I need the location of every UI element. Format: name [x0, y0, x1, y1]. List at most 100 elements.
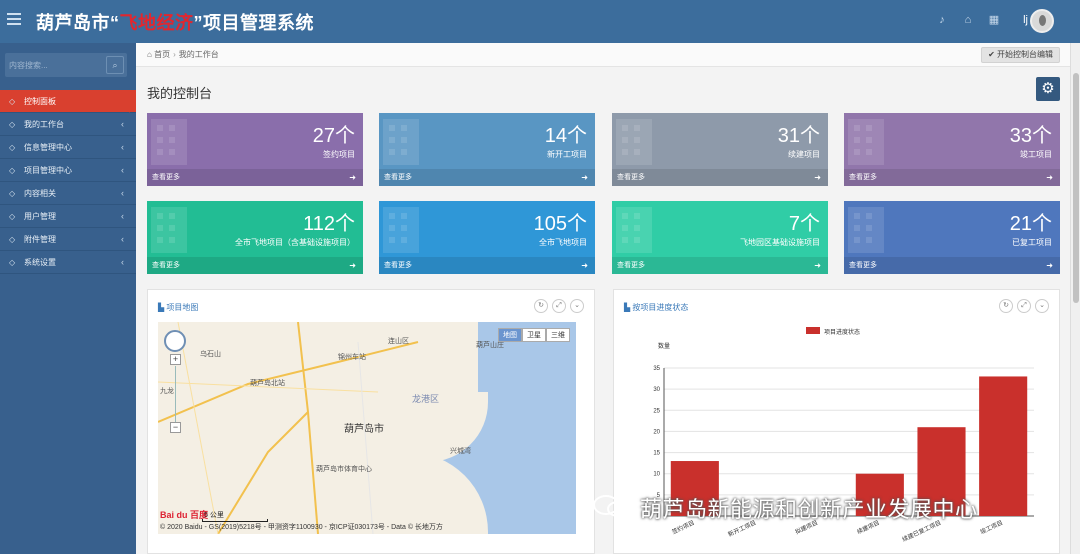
stat-card-3[interactable]: 33个 竣工项目 查看更多 ➜ [844, 113, 1060, 186]
view-more-link[interactable]: 查看更多 ➜ [844, 257, 1060, 274]
y-tick-label: 25 [653, 408, 660, 414]
view-more-link[interactable]: 查看更多 ➜ [147, 257, 363, 274]
view-more-label: 查看更多 [617, 174, 645, 181]
chevron-left-icon: ‹ [121, 142, 124, 152]
search-icon[interactable]: ⌕ [106, 56, 124, 74]
y-tick-label: 15 [653, 451, 660, 457]
arrow-right-icon: ➜ [814, 261, 821, 270]
collapse-icon[interactable]: ⌄ [570, 299, 584, 313]
stat-card-6[interactable]: 7个 飞地园区基础设施项目 查看更多 ➜ [612, 201, 828, 274]
arrow-right-icon: ➜ [581, 173, 588, 182]
y-tick-label: 30 [653, 387, 660, 393]
chevron-left-icon: ‹ [121, 257, 124, 267]
home-icon[interactable]: ⌂ [962, 14, 974, 26]
collapse-icon[interactable]: ⌄ [1035, 299, 1049, 313]
view-more-link[interactable]: 查看更多 ➜ [147, 169, 363, 186]
stat-card-0[interactable]: 27个 签约项目 查看更多 ➜ [147, 113, 363, 186]
place-lianshan: 连山区 [388, 338, 409, 345]
sidebar-item-label: 附件管理 [24, 235, 56, 244]
stat-number: 112个 [303, 213, 355, 235]
edit-console-button[interactable]: ✔ 开始控制台编辑 [981, 47, 1060, 63]
map-panel-title-text: 项目地图 [166, 303, 199, 312]
refresh-icon[interactable]: ↻ [534, 299, 548, 313]
sidebar-item-7[interactable]: ◇ 系统设置 ‹ [0, 251, 136, 274]
map-panel: ▙ 项目地图 ↻ ⤢ ⌄ 乌石山 葫芦岛北站 连山区 葫芦山庄 九龙 锦州车站 … [147, 289, 595, 554]
fullscreen-icon[interactable]: ⤢ [552, 299, 566, 313]
edit-console-label: 开始控制台编辑 [997, 50, 1053, 59]
map-pan-control[interactable] [164, 330, 186, 352]
fullscreen-icon[interactable]: ⤢ [1017, 299, 1031, 313]
sidebar-item-2[interactable]: ◇ 信息管理中心 ‹ [0, 136, 136, 159]
view-more-label: 查看更多 [152, 262, 180, 269]
arrow-right-icon: ➜ [581, 261, 588, 270]
project-map[interactable]: 乌石山 葫芦岛北站 连山区 葫芦山庄 九龙 锦州车站 葫芦岛市 龙港区 兴城湾 … [158, 322, 576, 534]
refresh-icon[interactable]: ↻ [999, 299, 1013, 313]
breadcrumb-bar: ⌂ 首页 › 我的工作台 ✔ 开始控制台编辑 [136, 43, 1070, 67]
calendar-icon[interactable]: ▦ [988, 14, 1000, 26]
building-icon: ◇ [9, 166, 16, 175]
view-more-label: 查看更多 [849, 174, 877, 181]
sidebar-item-label: 我的工作台 [24, 120, 64, 129]
chart-panel-tools: ↻ ⤢ ⌄ [999, 299, 1049, 313]
sidebar-item-label: 内容相关 [24, 189, 56, 198]
stat-label: 已复工项目 [1012, 238, 1052, 247]
view-more-link[interactable]: 查看更多 ➜ [379, 169, 595, 186]
stat-card-7[interactable]: 21个 已复工项目 查看更多 ➜ [844, 201, 1060, 274]
sidebar-item-6[interactable]: ◇ 附件管理 ‹ [0, 228, 136, 251]
wechat-icon [593, 495, 629, 517]
view-more-label: 查看更多 [849, 262, 877, 269]
bar-5 [979, 376, 1028, 516]
sidebar-item-label: 用户管理 [24, 212, 56, 221]
y-axis-label: 数量 [658, 342, 670, 350]
map-type-3d[interactable]: 三维 [546, 328, 570, 342]
document-icon: ◇ [9, 143, 16, 152]
sidebar-item-label: 控制面板 [24, 97, 56, 106]
map-icon: ▙ [158, 303, 165, 312]
zoom-out-button[interactable]: − [170, 422, 181, 433]
place-station: 锦州车站 [338, 354, 366, 361]
sidebar-item-1[interactable]: ◇ 我的工作台 ‹ [0, 113, 136, 136]
bell-icon[interactable]: ♪ [936, 14, 948, 26]
stat-card-4[interactable]: 112个 全市飞地项目（含基础设施项目） 查看更多 ➜ [147, 201, 363, 274]
page-title: 我的控制台 [147, 86, 213, 101]
arrow-right-icon: ➜ [349, 261, 356, 270]
stat-label: 新开工项目 [547, 150, 587, 159]
y-tick-label: 10 [653, 472, 660, 478]
legend-swatch [806, 327, 820, 334]
avatar[interactable] [1030, 9, 1054, 33]
page-scrollbar[interactable] [1070, 43, 1080, 554]
main-content: ⌂ 首页 › 我的工作台 ✔ 开始控制台编辑 我的控制台 ⚙ 27个 签约项目 查看更多… [136, 43, 1070, 554]
view-more-link[interactable]: 查看更多 ➜ [379, 257, 595, 274]
settings-gear-icon[interactable]: ⚙ [1036, 77, 1060, 101]
user-initial[interactable]: lj [1023, 14, 1028, 26]
scroll-thumb[interactable] [1073, 73, 1079, 303]
stat-card-1[interactable]: 14个新开工项目查看更多 ➜ [379, 113, 595, 186]
breadcrumb-home[interactable]: 首页 [154, 50, 170, 59]
sidebar-item-4[interactable]: ◇ 内容相关 ‹ [0, 182, 136, 205]
zoom-slider[interactable] [175, 366, 185, 424]
home-icon: ⌂ [147, 50, 152, 59]
arrow-right-icon: ➜ [349, 173, 356, 182]
y-tick-label: 20 [653, 429, 660, 435]
sidebar-item-5[interactable]: ◇ 用户管理 ‹ [0, 205, 136, 228]
breadcrumb-current: 我的工作台 [178, 50, 219, 59]
stat-number: 14个 [544, 125, 587, 147]
stat-number: 33个 [1009, 125, 1052, 147]
chevron-right-icon: › [173, 50, 176, 59]
zoom-in-button[interactable]: + [170, 354, 181, 365]
view-more-link[interactable]: 查看更多 ➜ [844, 169, 1060, 186]
sidebar-item-3[interactable]: ◇ 项目管理中心 ‹ [0, 159, 136, 182]
search-input[interactable] [9, 57, 99, 73]
sidebar-item-0[interactable]: ◇ 控制面板 [0, 90, 137, 113]
stat-card-5[interactable]: 105个 全市飞地项目 查看更多 ➜ [379, 201, 595, 274]
map-panel-tools: ↻ ⤢ ⌄ [534, 299, 584, 313]
view-more-link[interactable]: 查看更多 ➜ [612, 169, 828, 186]
map-type-map[interactable]: 地图 [498, 328, 522, 342]
stat-card-2[interactable]: 31个 续建项目 查看更多 ➜ [612, 113, 828, 186]
map-type-satellite[interactable]: 卫星 [522, 328, 546, 342]
edit-icon: ◇ [9, 189, 16, 198]
view-more-link[interactable]: 查看更多 ➜ [612, 257, 828, 274]
tag-icon: ◇ [9, 235, 16, 244]
menu-toggle-icon[interactable] [7, 13, 21, 27]
legend-label: 项目进度状态 [824, 328, 860, 336]
